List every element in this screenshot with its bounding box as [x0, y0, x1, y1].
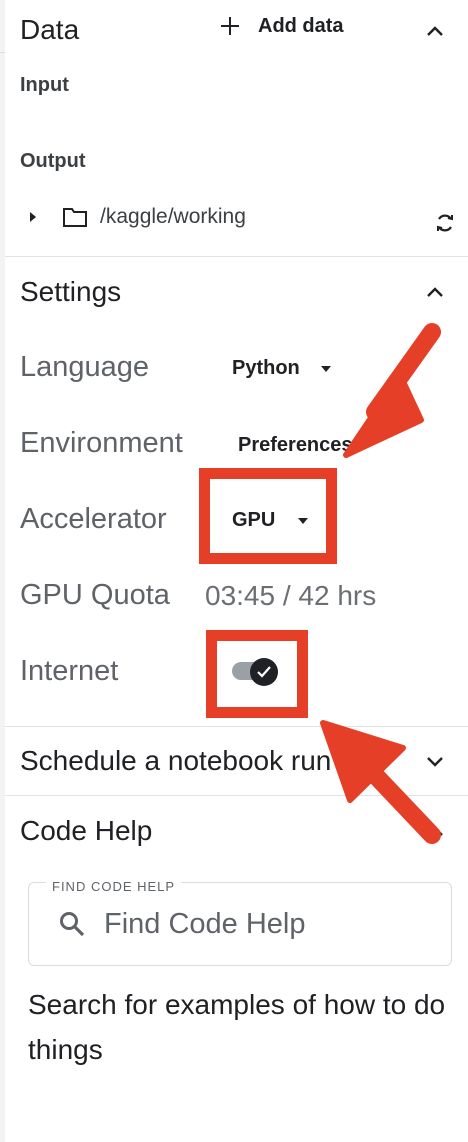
arrow-to-internet — [320, 720, 441, 844]
annotation-arrows — [320, 323, 441, 844]
arrow-to-accelerator — [343, 323, 441, 458]
